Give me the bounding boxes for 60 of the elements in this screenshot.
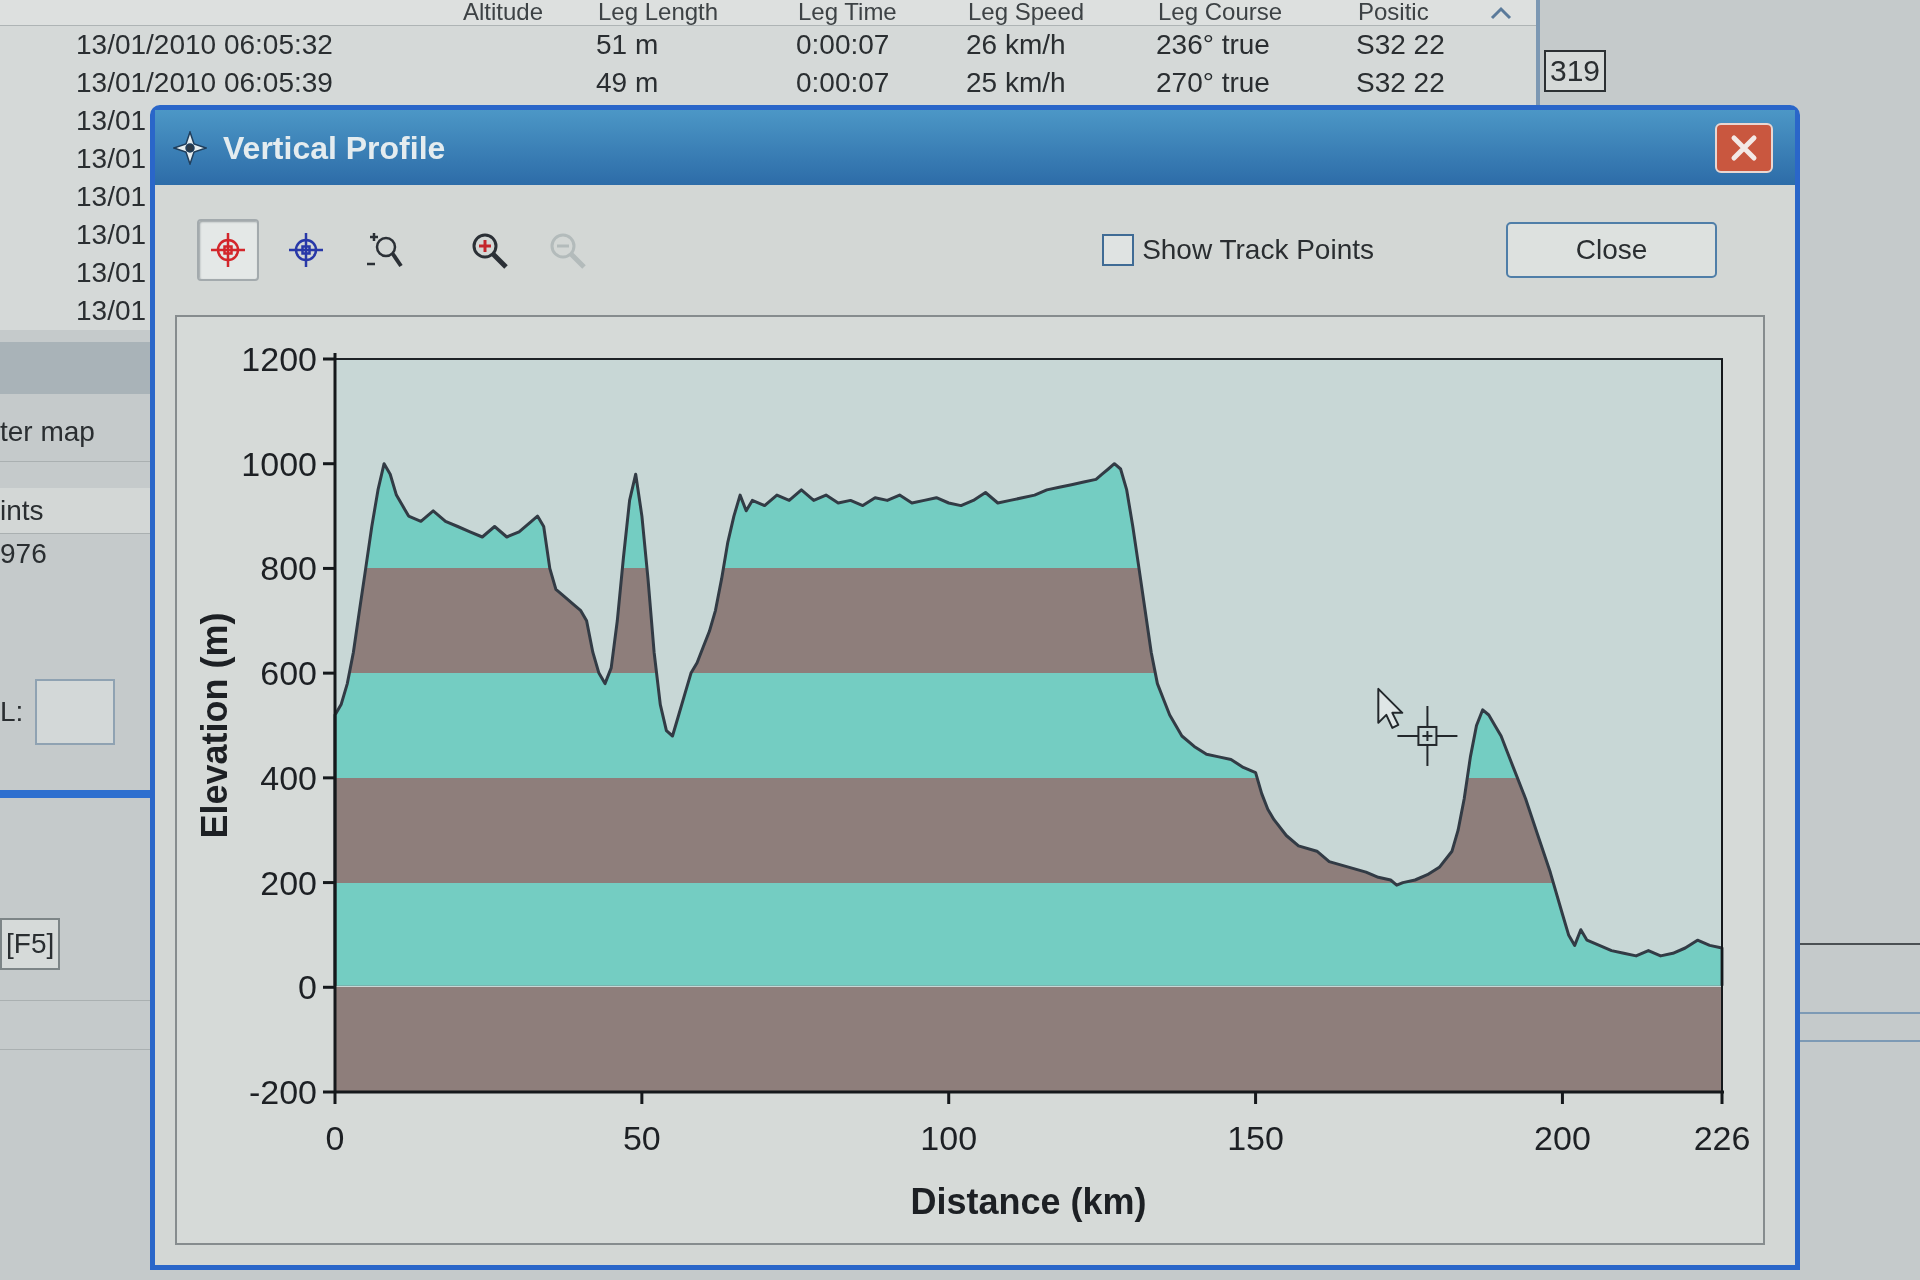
axis-title: Distance (km): [910, 1181, 1147, 1222]
table-cell-text: 25 km/h: [965, 69, 1066, 97]
zoom-in-icon: [470, 231, 508, 269]
checkbox-label[interactable]: Show Track Points: [1142, 229, 1374, 271]
tick-label: 600: [260, 654, 317, 693]
window-title: Vertical Profile: [223, 128, 446, 168]
shortcut-button[interactable]: [F5]: [0, 918, 61, 970]
compass-icon: [173, 130, 207, 165]
zoom-out-icon: [548, 231, 586, 269]
tick-label: 200: [260, 863, 317, 902]
column-header[interactable]: Leg Length: [590, 0, 790, 26]
tick-label: 0: [325, 1119, 345, 1157]
field-label: L:: [0, 695, 24, 729]
table-cell-text: 13/01: [75, 259, 147, 287]
input-field[interactable]: [35, 679, 116, 745]
column-header[interactable]: Leg Course: [1150, 0, 1350, 26]
close-button[interactable]: [1715, 122, 1773, 173]
table-cell-text: 13/01: [75, 145, 147, 173]
table-cell-text: 26 km/h: [965, 31, 1066, 59]
crosshair-cursor-icon: [1396, 704, 1459, 767]
table-cell-text: 13/01: [75, 183, 147, 211]
table-cell-text: 0:00:07: [795, 69, 890, 97]
tick-label: 226: [1693, 1119, 1751, 1157]
column-header[interactable]: Leg Time: [790, 0, 960, 26]
column-header[interactable]: Leg Speed: [960, 0, 1150, 26]
table-cell-text: 0:00:07: [795, 31, 890, 59]
tick-label: 0: [298, 968, 317, 1007]
axis-title: Elevation (m): [194, 612, 235, 839]
tick-label: 100: [920, 1119, 978, 1157]
column-header[interactable]: Positic: [1350, 0, 1490, 26]
tick-label: 50: [622, 1119, 661, 1157]
tick-label: -200: [248, 1073, 317, 1111]
table-cell-text: 976: [0, 537, 47, 571]
checkbox[interactable]: [1102, 234, 1135, 266]
table-cell-text: 236° true: [1155, 31, 1270, 59]
chevron-up-icon[interactable]: [1490, 6, 1512, 20]
table-cell-text: 13/01: [75, 221, 147, 249]
table-cell-text: 13/01/2010 06:05:32: [75, 31, 333, 59]
table-cell-text: 49 m: [595, 69, 659, 97]
tick-label: 150: [1227, 1119, 1284, 1157]
zoom-icon: [365, 231, 403, 269]
table-cell-text: S32 22: [1355, 69, 1445, 97]
tick-label: 400: [260, 758, 317, 797]
tick-label: 800: [260, 549, 317, 588]
table-cell-text: 13/01: [75, 107, 147, 135]
tick-label: 1000: [241, 444, 317, 483]
tick-label: 1200: [241, 340, 317, 378]
table-cell-text: 13/01/2010 06:05:39: [75, 69, 333, 97]
table-cell-text: S32 22: [1355, 31, 1445, 59]
number-label: 319: [1544, 50, 1607, 92]
table-cell-text: 13/01: [75, 297, 147, 325]
tool-button[interactable]: [197, 219, 259, 281]
panel-caption: ter map: [0, 414, 95, 449]
close-dialog-button[interactable]: Close: [1506, 222, 1717, 278]
tick-label: 200: [1534, 1119, 1591, 1157]
close-icon: [1730, 133, 1758, 162]
column-header[interactable]: Altitude: [455, 0, 590, 26]
table-cell-text: 270° true: [1155, 69, 1270, 97]
pointer-cursor-icon: [1377, 687, 1404, 729]
table-cell-text: 51 m: [595, 31, 659, 59]
